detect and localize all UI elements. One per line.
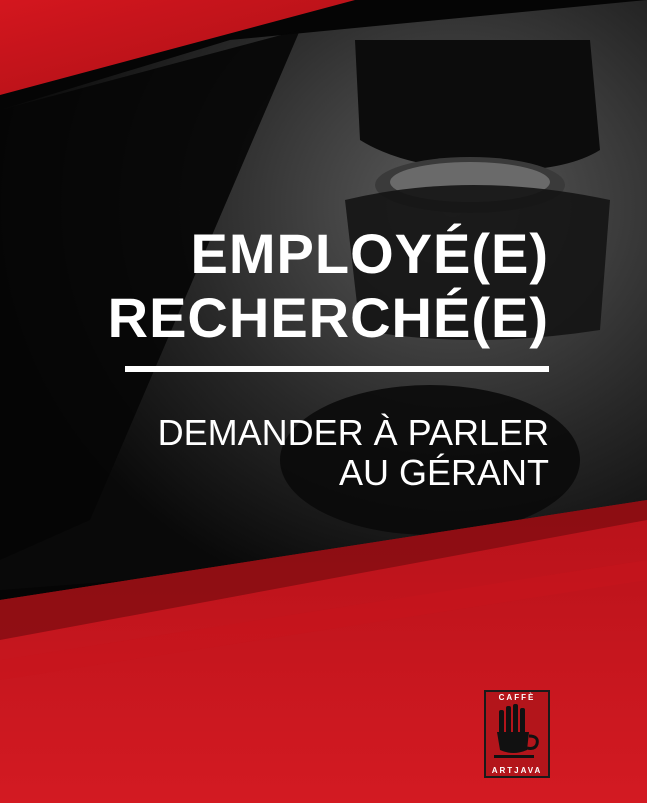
logo-bottom-text: ARTJAVA — [491, 766, 543, 775]
headline-line-1: EMPLOYÉ(E) — [190, 222, 549, 285]
subline-line-2: AU GÉRANT — [338, 452, 549, 493]
job-poster: EMPLOYÉ(E) RECHERCHÉ(E) DEMANDER À PARLE… — [0, 0, 647, 803]
background-artwork — [0, 0, 647, 803]
caffe-artjava-logo: CAFFÈ ARTJAVA — [484, 690, 550, 778]
logo-top-text: CAFFÈ — [498, 693, 536, 702]
headline-line-2: RECHERCHÉ(E) — [107, 286, 549, 349]
divider — [125, 366, 549, 372]
subline-line-1: DEMANDER À PARLER — [157, 412, 549, 453]
headline: EMPLOYÉ(E) RECHERCHÉ(E) — [108, 222, 549, 350]
cup-icon — [494, 704, 539, 758]
